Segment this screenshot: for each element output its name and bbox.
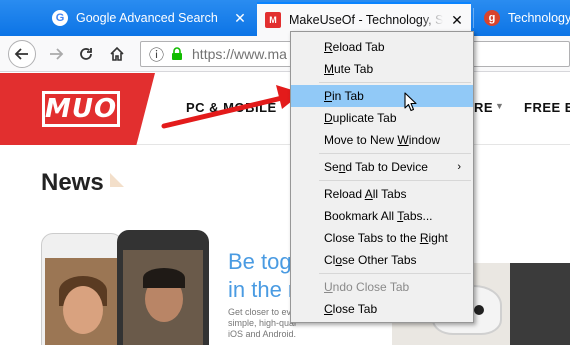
nav-item-partial[interactable]: RE	[474, 100, 493, 115]
menu-item-close-tab[interactable]: Close Tab	[291, 298, 473, 320]
news-heading: News	[41, 169, 104, 196]
menu-item-reload-all-tabs[interactable]: Reload All Tabs	[291, 183, 473, 205]
tab-strip: G Google Advanced Search ✕ M MakeUseOf -…	[0, 0, 570, 36]
tab-separator	[473, 8, 474, 28]
navigation-toolbar: ⓘ https://www.ma	[0, 36, 570, 72]
tab-title: MakeUseOf - Technology, Simplified	[289, 13, 443, 27]
promo-title-line-2[interactable]: in the r	[228, 276, 295, 304]
home-button[interactable]	[103, 40, 131, 68]
tab-google-advanced-search[interactable]: G Google Advanced Search ✕	[44, 2, 254, 34]
reload-button[interactable]	[72, 40, 100, 68]
lock-icon	[172, 47, 183, 60]
promo-body-line: simple, high-qual	[228, 318, 297, 328]
menu-separator	[319, 82, 471, 83]
menu-item-close-other-tabs[interactable]: Close Other Tabs	[291, 249, 473, 271]
heading-accent	[110, 173, 124, 187]
close-icon[interactable]: ✕	[449, 12, 465, 28]
google-favicon-icon: G	[52, 10, 68, 26]
menu-separator	[319, 273, 471, 274]
promo-body: Get closer to ev simple, high-qual iOS a…	[228, 307, 296, 340]
nav-pc-mobile[interactable]: PC & MOBILE	[186, 100, 277, 115]
site-logo[interactable]: MUO	[42, 91, 120, 127]
web-page: MUO PC & MOBILE RE ▼ FREE E News Be tog …	[0, 73, 570, 345]
mouse-cursor-icon	[404, 92, 417, 112]
tab-title: Technology	[508, 11, 570, 25]
menu-separator	[319, 153, 471, 154]
promo-title-line-1[interactable]: Be tog	[228, 248, 292, 276]
promo-body-line: iOS and Android.	[228, 329, 297, 339]
forward-arrow-icon	[50, 48, 64, 60]
submenu-chevron-icon: ›	[457, 161, 461, 173]
article-image-phones[interactable]	[41, 230, 211, 345]
promo-body-line: Get closer to ev	[228, 307, 292, 317]
menu-item-send-tab-to-device[interactable]: Send Tab to Device ›	[291, 156, 473, 178]
site-header: MUO PC & MOBILE RE ▼ FREE E	[0, 73, 570, 145]
close-icon[interactable]: ✕	[232, 10, 248, 26]
tab-context-menu: Reload Tab Mute Tab Pin Tab Duplicate Ta…	[290, 31, 474, 323]
technology-favicon-icon: g	[484, 10, 500, 26]
menu-item-pin-tab[interactable]: Pin Tab	[291, 85, 473, 107]
url-text: https://www.ma	[192, 46, 287, 62]
back-arrow-icon	[14, 48, 28, 60]
home-icon	[110, 46, 124, 61]
back-button[interactable]	[8, 40, 36, 68]
makeuseof-favicon-icon: M	[265, 12, 281, 28]
menu-item-duplicate-tab[interactable]: Duplicate Tab	[291, 107, 473, 129]
info-icon[interactable]: ⓘ	[149, 44, 164, 65]
menu-separator	[319, 180, 471, 181]
phone-back	[41, 233, 123, 345]
menu-item-undo-close-tab[interactable]: Undo Close Tab	[291, 276, 473, 298]
menu-item-move-to-new-window[interactable]: Move to New Window	[291, 129, 473, 151]
nav-free-ebooks[interactable]: FREE E	[524, 100, 570, 115]
tab-title: Google Advanced Search	[76, 11, 218, 25]
reload-icon	[80, 48, 92, 60]
tab-technology[interactable]: g Technology	[476, 2, 570, 34]
menu-item-bookmark-all-tabs[interactable]: Bookmark All Tabs...	[291, 205, 473, 227]
chevron-down-icon: ▼	[495, 101, 504, 111]
menu-item-reload-tab[interactable]: Reload Tab	[291, 36, 473, 58]
phone-front	[117, 230, 209, 345]
forward-button[interactable]	[42, 40, 70, 68]
menu-item-mute-tab[interactable]: Mute Tab	[291, 58, 473, 80]
menu-item-close-tabs-to-right[interactable]: Close Tabs to the Right	[291, 227, 473, 249]
